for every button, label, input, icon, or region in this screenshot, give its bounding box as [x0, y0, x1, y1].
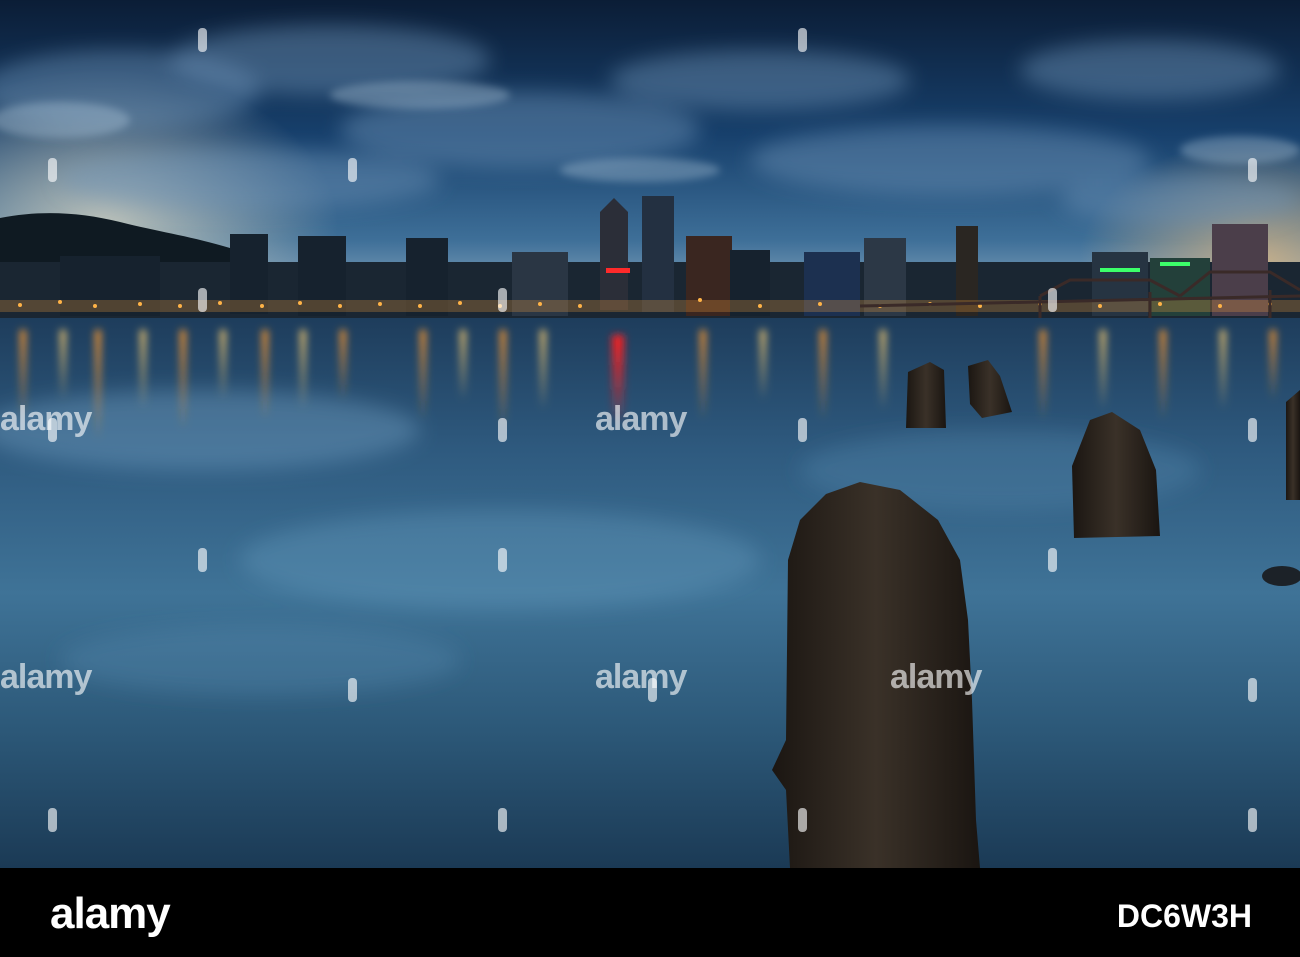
watermark-mark	[48, 158, 57, 182]
watermark-mark	[1248, 158, 1257, 182]
piling-edge	[1286, 390, 1300, 500]
watermark-text: alamy	[0, 400, 92, 438]
watermark-mark	[498, 288, 507, 312]
watermark-mark	[198, 28, 207, 52]
watermark-text: alamy	[890, 658, 982, 696]
watermark-mark	[1248, 678, 1257, 702]
watermark-text: alamy	[595, 400, 687, 438]
watermark-mark	[798, 808, 807, 832]
watermark-mark	[1048, 288, 1057, 312]
watermark-mark	[798, 28, 807, 52]
watermark-mark	[48, 418, 57, 442]
image-id: DC6W3H	[1116, 898, 1252, 934]
alamy-logo: alamy	[50, 889, 171, 938]
watermark-mark	[498, 418, 507, 442]
watermark-mark	[498, 808, 507, 832]
watermark-mark	[198, 288, 207, 312]
watermark-mark	[498, 548, 507, 572]
watermark-text: alamy	[0, 658, 92, 696]
watermark-mark	[648, 678, 657, 702]
watermark-mark	[48, 808, 57, 832]
watermark-mark	[1048, 548, 1057, 572]
watermark-text: alamy	[595, 658, 687, 696]
photo-scene: alamy alamy alamy alamy alamy	[0, 0, 1300, 868]
watermark-mark	[348, 678, 357, 702]
watermark-mark	[198, 548, 207, 572]
stock-footer: alamy DC6W3H	[0, 868, 1300, 957]
watermark-mark	[348, 158, 357, 182]
watermark-mark	[1248, 808, 1257, 832]
watermark-mark	[798, 418, 807, 442]
watermark-mark	[1248, 418, 1257, 442]
piling-small-1	[906, 362, 946, 428]
